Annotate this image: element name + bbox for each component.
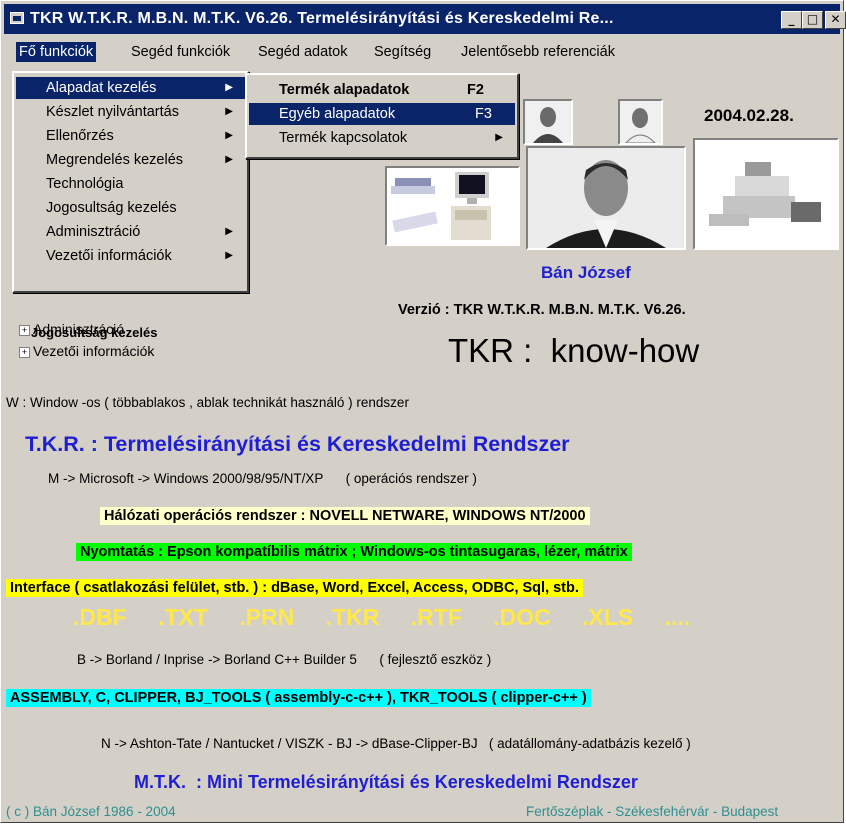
menu-item-alapadat-kezeles[interactable]: Alapadat kezelés ▶	[16, 77, 245, 99]
menu-item-vezetoi-informaciok[interactable]: Vezetői információk ▶	[16, 245, 245, 267]
title-bar[interactable]: TKR W.T.K.R. M.B.N. M.T.K. V6.26. Termel…	[4, 4, 846, 34]
expand-icon[interactable]: +	[19, 324, 30, 336]
maximize-button[interactable]: □	[802, 11, 823, 29]
ext-doc: .DOC	[493, 604, 551, 630]
m-description: M -> Microsoft -> Windows 2000/98/95/NT/…	[48, 471, 477, 486]
tree-node-adminisztracio[interactable]: + Adminisztráció	[19, 319, 124, 339]
b-description: B -> Borland / Inprise -> Borland C++ Bu…	[77, 652, 492, 667]
author-name: Bán József	[541, 263, 631, 282]
locations-label: Fertőszéplak - Székesfehérvár - Budapest	[526, 804, 779, 819]
ext-xls: .XLS	[582, 604, 634, 630]
menu-item-megrendeles-kezeles[interactable]: Megrendelés kezelés ▶	[16, 149, 245, 171]
submenu-arrow-icon: ▶	[495, 132, 503, 143]
copyright-label: ( c ) Bán József 1986 - 2004	[6, 804, 176, 819]
ext-more: ....	[664, 604, 691, 630]
menu-item-label: Készlet nyilvántartás	[46, 104, 179, 120]
interface-line: Interface ( csatlakozási felület, stb. )…	[6, 579, 583, 597]
submenu-arrow-icon: ▶	[225, 106, 233, 117]
hardware-image	[385, 166, 520, 246]
tree-node-label: Adminisztráció	[33, 321, 125, 337]
cash-register-image	[693, 138, 839, 250]
expand-icon[interactable]: +	[19, 346, 30, 358]
ext-rtf: .RTF	[410, 604, 462, 630]
network-os-line: Hálózati operációs rendszer : NOVELL NET…	[100, 507, 590, 525]
menu-item-label: Egyéb alapadatok	[279, 106, 396, 122]
menu-item-label: Termék kapcsolatok	[279, 130, 408, 146]
menu-item-label: Megrendelés kezelés	[46, 152, 184, 168]
assembly-line: ASSEMBLY, C, CLIPPER, BJ_TOOLS ( assembl…	[6, 689, 591, 707]
menu-item-label: Ellenőrzés	[46, 128, 114, 144]
ext-prn: .PRN	[239, 604, 295, 630]
author-portrait	[526, 146, 686, 250]
menu-fo-funkciok[interactable]: Fő funkciók	[16, 42, 97, 62]
menu-item-label: Technológia	[46, 176, 124, 192]
close-button[interactable]: ✕	[825, 11, 846, 29]
app-icon[interactable]	[10, 12, 24, 24]
computer-equipment-image	[391, 172, 491, 240]
menu-item-adminisztracio[interactable]: Adminisztráció ▶	[16, 221, 245, 243]
date-label: 2004.02.28.	[704, 106, 794, 125]
close-icon: ✕	[830, 12, 841, 26]
menu-item-label: Adminisztráció	[46, 224, 141, 240]
submenu-arrow-icon: ▶	[225, 226, 233, 237]
version-label: Verzió : TKR W.T.K.R. M.B.N. M.T.K. V6.2…	[398, 302, 686, 318]
submenu-arrow-icon: ▶	[225, 130, 233, 141]
tree-node-vezetoi-informaciok[interactable]: + Vezetői információk	[19, 341, 154, 361]
mtk-title: M.T.K. : Mini Termelésirányítási és Kere…	[134, 772, 638, 792]
main-window: TKR W.T.K.R. M.B.N. M.T.K. V6.26. Termel…	[0, 0, 846, 823]
n-description: N -> Ashton-Tate / Nantucket / VISZK - B…	[101, 736, 691, 751]
menu-item-shortcut: F3	[475, 106, 492, 122]
menu-item-label: Jogosultság kezelés	[46, 200, 177, 216]
small-portrait-2	[618, 99, 663, 145]
know-how-title: TKR : know-how	[448, 332, 700, 369]
tree-node-label: Vezetői információk	[33, 343, 155, 359]
menu-item-label: Vezetői információk	[46, 248, 172, 264]
menu-seged-adatok[interactable]: Segéd adatok	[258, 42, 348, 62]
w-description: W : Window -os ( többablakos , ablak tec…	[6, 395, 409, 410]
submenu-arrow-icon: ▶	[225, 82, 233, 93]
cash-register-image-art	[695, 140, 837, 248]
menu-item-label: Termék alapadatok	[279, 82, 410, 98]
menu-item-technologia[interactable]: Technológia	[16, 173, 245, 195]
menu-item-label: Alapadat kezelés	[46, 80, 157, 96]
menu-jelentosebb-referenciak[interactable]: Jelentősebb referenciák	[461, 42, 615, 62]
menu-seged-funkciok[interactable]: Segéd funkciók	[131, 42, 230, 62]
ext-dbf: .DBF	[73, 604, 127, 630]
portrait-image	[525, 101, 571, 143]
menu-item-ellenorzes[interactable]: Ellenőrzés ▶	[16, 125, 245, 147]
maximize-icon: □	[806, 12, 819, 26]
tkr-title: T.K.R. : Termelésirányítási és Kereskede…	[25, 432, 570, 456]
alapadat-submenu: Termék alapadatok F2 Egyéb alapadatok F3…	[245, 73, 519, 159]
portrait-image	[620, 101, 661, 143]
file-extensions: .DBF .TXT .PRN .TKR .RTF .DOC .XLS ....	[73, 604, 690, 631]
portrait-image	[528, 148, 684, 248]
menu-segitseg[interactable]: Segítség	[374, 42, 431, 62]
menu-bar: Fő funkciók Segéd funkciók Segéd adatok …	[4, 39, 840, 65]
submenu-arrow-icon: ▶	[225, 250, 233, 261]
minimize-button[interactable]: _	[781, 11, 802, 29]
menu-item-egyeb-alapadatok[interactable]: Egyéb alapadatok F3	[249, 103, 515, 125]
small-portrait-1	[523, 99, 573, 145]
menu-item-termek-alapadatok[interactable]: Termék alapadatok F2	[249, 79, 515, 101]
ext-txt: .TXT	[158, 604, 208, 630]
minimize-icon: _	[788, 12, 795, 26]
submenu-arrow-icon: ▶	[225, 154, 233, 165]
menu-item-keszlet-nyilvantartas[interactable]: Készlet nyilvántartás ▶	[16, 101, 245, 123]
ext-tkr: .TKR	[325, 604, 380, 630]
menu-item-termek-kapcsolatok[interactable]: Termék kapcsolatok ▶	[249, 127, 515, 149]
window-title: TKR W.T.K.R. M.B.N. M.T.K. V6.26. Termel…	[30, 10, 614, 27]
menu-item-jogosultsag-kezeles[interactable]: Jogosultság kezelés	[16, 197, 245, 219]
fo-funkciok-menu: Alapadat kezelés ▶ Készlet nyilvántartás ▶…	[12, 71, 249, 293]
printing-line: Nyomtatás : Epson kompatíbilis mátrix ; …	[76, 543, 632, 561]
menu-item-shortcut: F2	[467, 82, 484, 98]
